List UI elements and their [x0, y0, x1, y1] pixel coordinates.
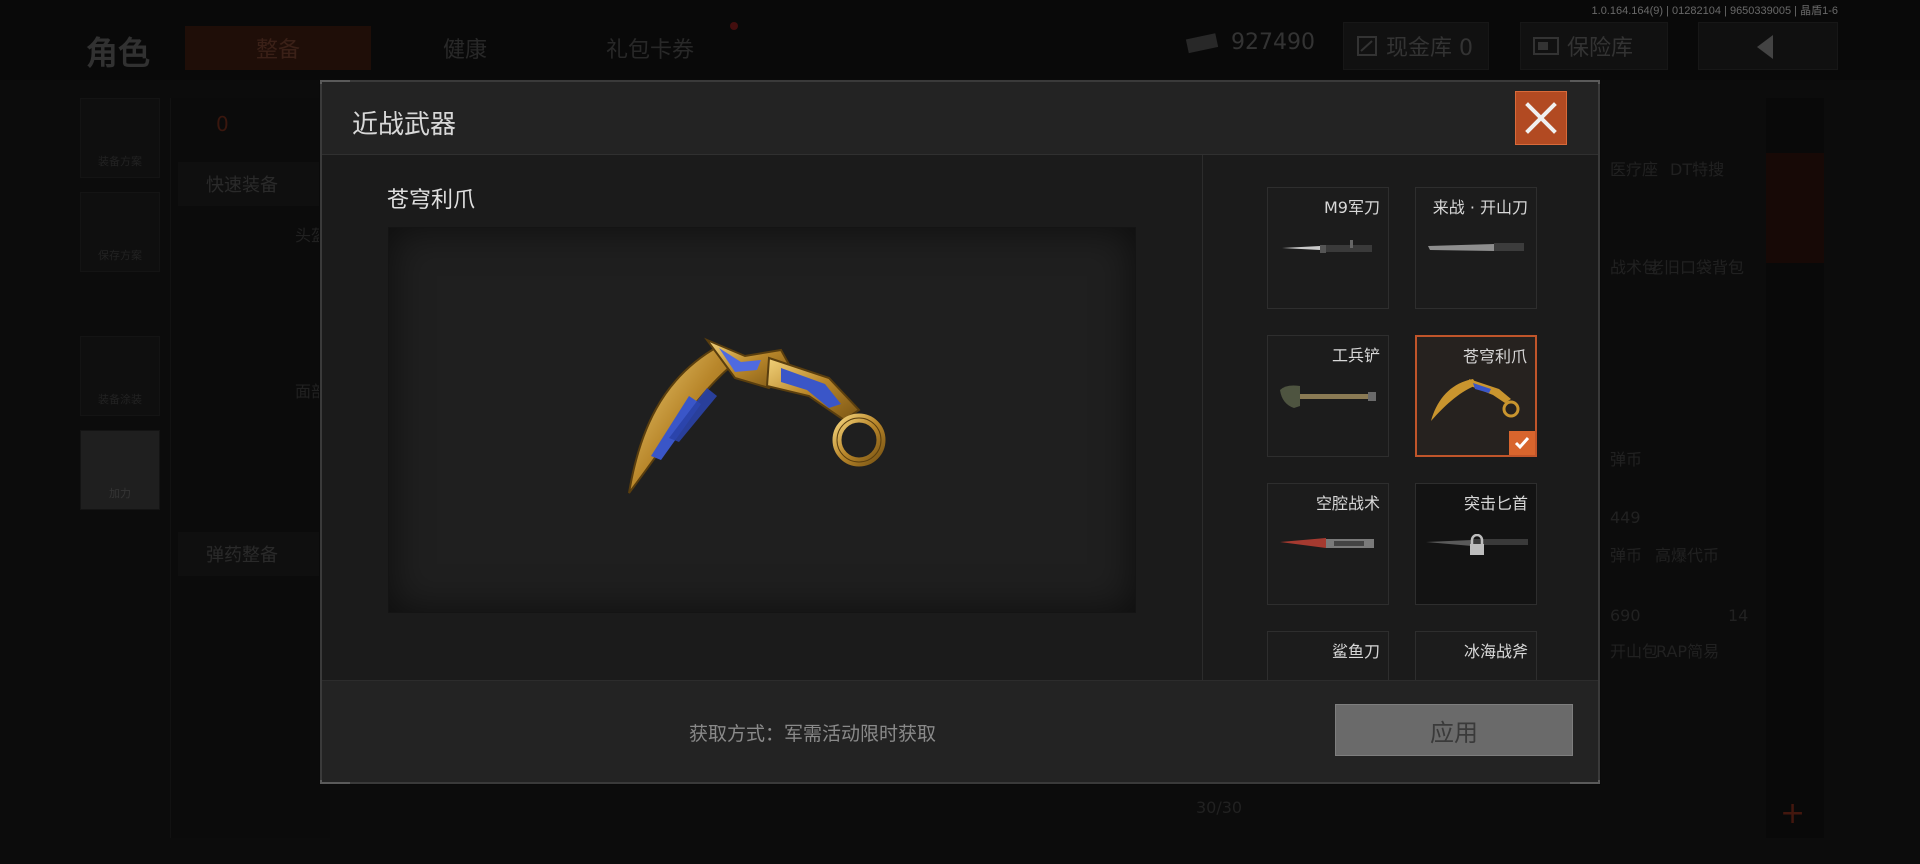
- weapon-card-label: M9军刀: [1324, 198, 1380, 217]
- weapon-card-assault-dagger[interactable]: 突击匕首: [1415, 483, 1537, 605]
- weapon-card-karambit[interactable]: 苍穹利爪: [1415, 335, 1537, 457]
- melee-weapon-dialog: 近战武器 苍穹利爪 M9军刀 来战 · 开山刀 工兵铲 苍穹利爪 空腔战术 突击…: [320, 80, 1600, 784]
- weapon-card-label: 空腔战术: [1315, 494, 1380, 513]
- weapon-card-m9-bayonet[interactable]: M9军刀: [1267, 187, 1389, 309]
- weapon-card-label: 鲨鱼刀: [1331, 642, 1380, 661]
- dialog-title: 近战武器: [352, 110, 457, 140]
- dialog-footer: 获取方式：军需活动限时获取 应用: [322, 680, 1598, 782]
- weapon-card-machete[interactable]: 来战 · 开山刀: [1415, 187, 1537, 309]
- close-icon: [1525, 102, 1557, 134]
- shovel-icon: [1280, 385, 1376, 408]
- karambit-icon: [1431, 379, 1520, 421]
- acquire-method-text: 获取方式：军需活动限时获取: [689, 723, 937, 745]
- dialog-header: 近战武器: [322, 82, 1598, 155]
- weapon-card-label: 工兵铲: [1331, 346, 1380, 365]
- bayonet-icon: [1282, 240, 1372, 253]
- weapon-card-label: 苍穹利爪: [1462, 347, 1527, 366]
- apply-button[interactable]: 应用: [1335, 704, 1573, 756]
- weapon-card-label: 突击匕首: [1463, 494, 1528, 513]
- weapon-card-label: 来战 · 开山刀: [1432, 198, 1528, 217]
- weapon-grid: M9军刀 来战 · 开山刀 工兵铲 苍穹利爪 空腔战术 突击匕首 鲨鱼刀 冰海战…: [1267, 187, 1557, 682]
- weapon-card-label: 冰海战斧: [1463, 642, 1528, 661]
- weapon-card-ice-axe[interactable]: 冰海战斧: [1415, 631, 1537, 682]
- weapon-card-shovel[interactable]: 工兵铲: [1267, 335, 1389, 457]
- panel-divider: [1202, 155, 1203, 684]
- selected-weapon-name: 苍穹利爪: [387, 188, 476, 213]
- close-button[interactable]: [1515, 91, 1567, 145]
- weapon-card-shark-knife[interactable]: 鲨鱼刀: [1267, 631, 1389, 682]
- weapon-preview[interactable]: [388, 227, 1136, 613]
- machete-icon: [1428, 243, 1524, 251]
- selected-check-icon: [1509, 431, 1535, 455]
- tactical-knife-icon: [1280, 538, 1374, 548]
- lock-icon: [1470, 534, 1484, 555]
- weapon-card-tactical[interactable]: 空腔战术: [1267, 483, 1389, 605]
- karambit-preview-icon: [628, 337, 886, 494]
